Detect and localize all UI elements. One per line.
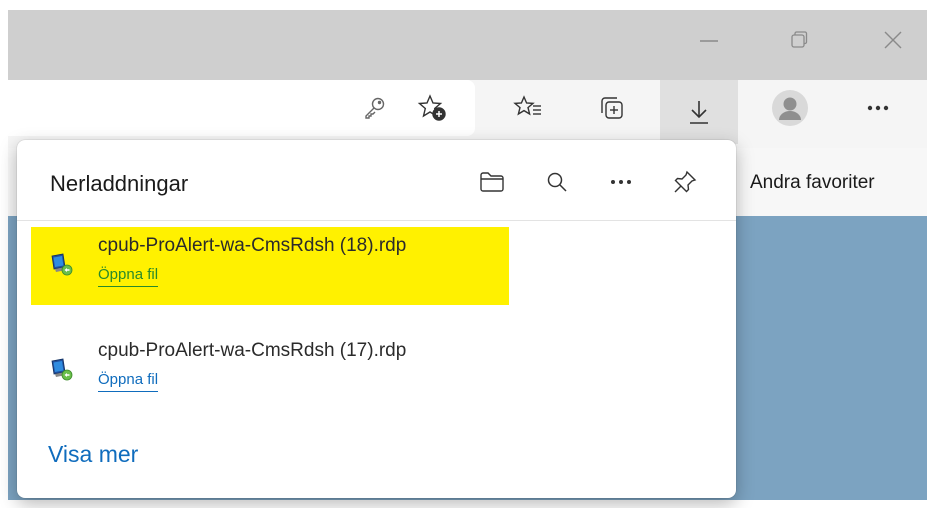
password-key-button[interactable]: [348, 82, 400, 134]
download-item-18[interactable]: cpub-ProAlert-wa-CmsRdsh (18).rdp Öppna …: [31, 227, 509, 305]
other-favorites-link[interactable]: Andra favoriter: [750, 172, 875, 194]
download-filename: cpub-ProAlert-wa-CmsRdsh (18).rdp: [98, 235, 407, 256]
folder-icon: [479, 171, 505, 193]
minimize-button[interactable]: [674, 10, 744, 70]
collections-icon: [597, 93, 627, 123]
settings-more-button[interactable]: [852, 82, 904, 134]
panel-title: Nerladdningar: [50, 171, 189, 196]
downloads-icon: [684, 97, 714, 127]
show-more-link[interactable]: Visa mer: [48, 441, 138, 468]
download-item-17[interactable]: cpub-ProAlert-wa-CmsRdsh (17).rdp Öppna …: [31, 332, 509, 410]
search-downloads-button[interactable]: [537, 162, 577, 202]
favorites-button[interactable]: [502, 82, 554, 134]
profile-button[interactable]: [764, 82, 816, 134]
toolbar: [8, 80, 927, 148]
add-favorite-button[interactable]: [406, 82, 458, 134]
open-file-link[interactable]: Öppna fil: [98, 266, 159, 287]
key-icon: [361, 95, 387, 121]
restore-icon: [788, 29, 810, 51]
panel-divider: [17, 220, 736, 221]
open-folder-button[interactable]: [472, 162, 512, 202]
collections-button[interactable]: [586, 82, 638, 134]
close-button[interactable]: [858, 10, 927, 70]
pin-icon: [672, 169, 698, 195]
downloads-more-button[interactable]: [601, 162, 641, 202]
more-icon: [610, 178, 632, 186]
profile-icon: [771, 89, 809, 127]
restore-button[interactable]: [764, 10, 834, 70]
rdp-file-icon: [49, 251, 75, 277]
address-bar[interactable]: [8, 80, 475, 136]
add-favorite-icon: [417, 93, 447, 123]
pin-panel-button[interactable]: [665, 162, 705, 202]
download-filename: cpub-ProAlert-wa-CmsRdsh (17).rdp: [98, 340, 407, 361]
search-icon: [546, 171, 568, 193]
open-file-link[interactable]: Öppna fil: [98, 371, 159, 392]
close-icon: [882, 29, 904, 51]
minimize-icon: [698, 29, 720, 51]
rdp-file-icon: [49, 356, 75, 382]
downloads-panel: Nerladdningar cpub-ProAlert-wa-CmsRdsh (…: [17, 140, 736, 498]
title-bar: [8, 10, 927, 80]
favorites-icon: [513, 93, 543, 123]
downloads-button[interactable]: [660, 80, 738, 144]
more-icon: [866, 104, 890, 112]
